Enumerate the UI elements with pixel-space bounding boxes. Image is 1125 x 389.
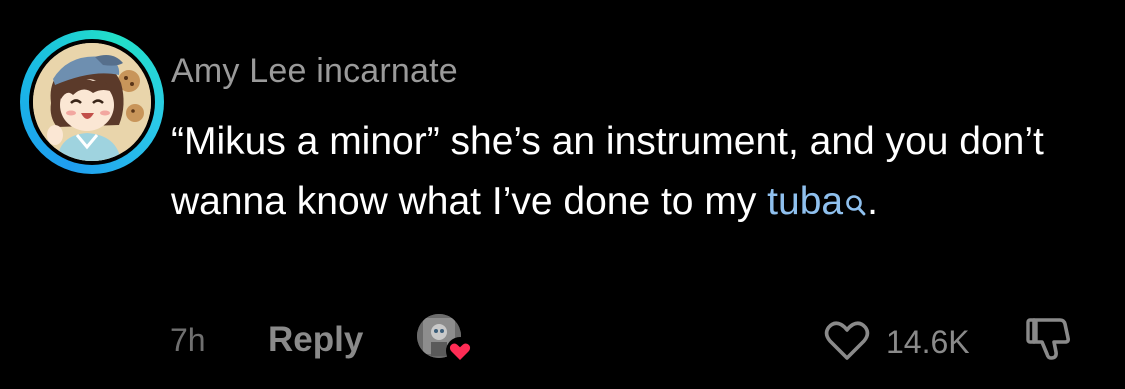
heart-icon <box>445 336 475 366</box>
like-count: 14.6K <box>886 324 970 360</box>
timestamp: 7h <box>170 322 206 358</box>
comment-footer: 7h Reply 14.6K <box>0 310 1125 370</box>
search-icon[interactable] <box>845 178 867 216</box>
anime-avatar-illustration <box>33 43 151 161</box>
comment-text: “Mikus a minor” she’s an instrument, and… <box>171 112 1071 232</box>
creator-liked-indicator <box>417 314 475 366</box>
user-avatar[interactable] <box>20 30 164 174</box>
reply-button[interactable]: Reply <box>268 320 363 360</box>
heart-outline-icon[interactable] <box>822 318 872 362</box>
username[interactable]: Amy Lee incarnate <box>171 52 458 91</box>
search-link-label[interactable]: tuba <box>767 180 843 223</box>
search-link[interactable]: tuba <box>767 180 867 223</box>
avatar-image <box>33 43 151 161</box>
thumbs-down-icon[interactable] <box>1024 314 1078 366</box>
comment-text-main: “Mikus a minor” she’s an instrument, and… <box>171 120 1044 223</box>
comment: Amy Lee incarnate “Mikus a minor” she’s … <box>0 0 1125 389</box>
comment-text-end: . <box>867 180 878 223</box>
avatar-ring-gap <box>29 39 155 165</box>
